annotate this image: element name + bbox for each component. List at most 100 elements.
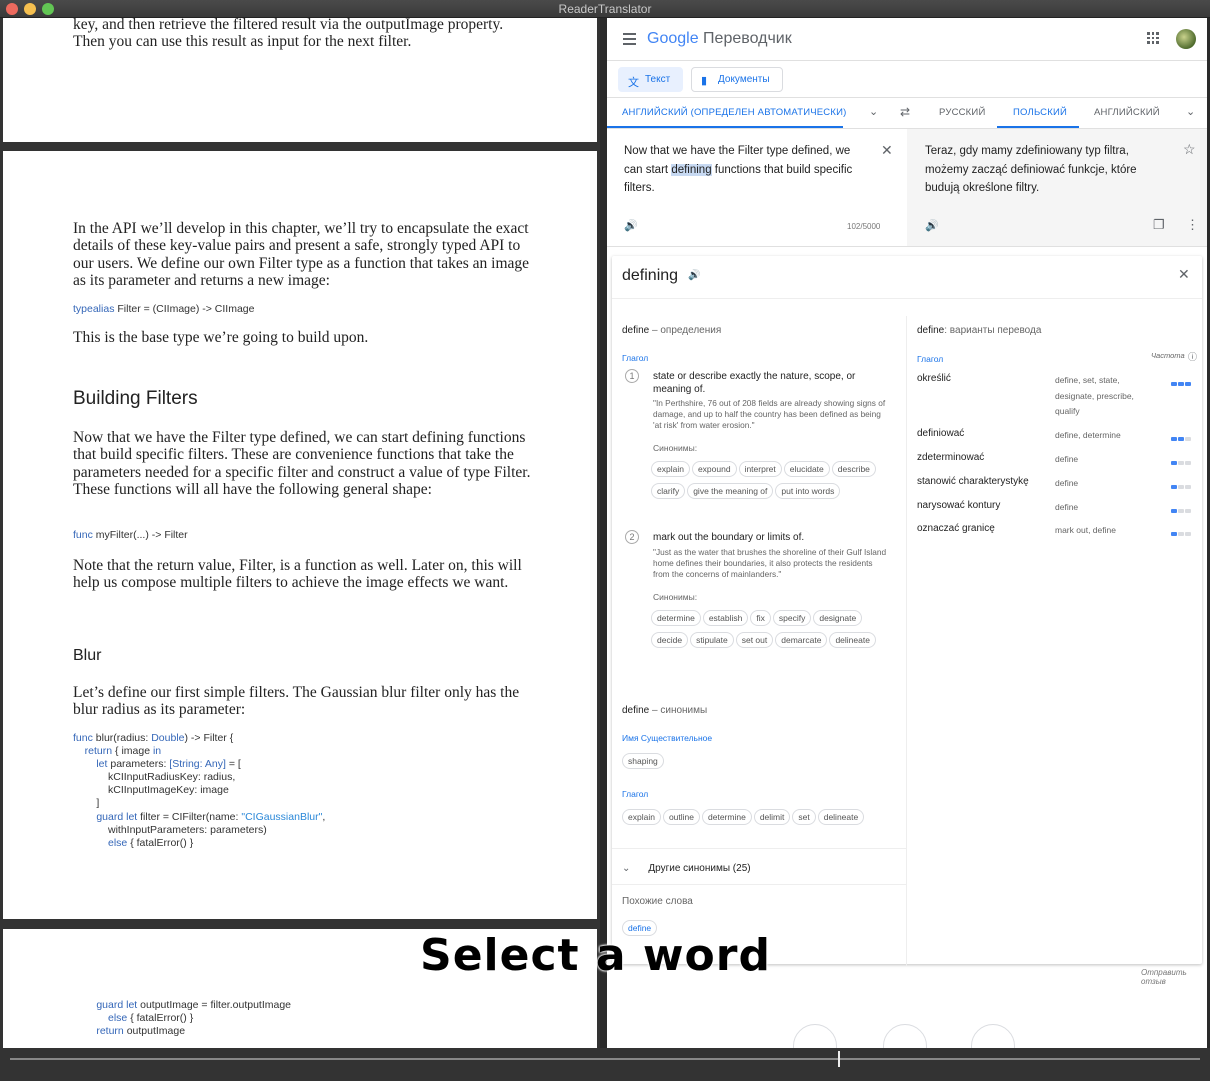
char-count: 102/5000 xyxy=(847,222,881,231)
translator-pane[interactable]: Google Переводчик 文 Текст ▮ Документы АНГЛ… xyxy=(607,18,1207,1048)
menu-icon[interactable] xyxy=(623,33,636,48)
synonym-chip[interactable]: demarcate xyxy=(775,631,828,648)
speaker-icon[interactable]: 🔊 xyxy=(925,219,939,232)
synonym-chip[interactable]: clarify xyxy=(651,483,686,499)
synonym-chip[interactable]: set out xyxy=(735,631,774,648)
code-line: else { fatalError() } xyxy=(73,1012,194,1025)
synonym-chip[interactable]: determine xyxy=(651,609,701,626)
help-icon[interactable]: ⓘ xyxy=(1188,350,1197,363)
mode-text-button[interactable]: 文 Текст xyxy=(618,67,683,92)
code-line: else { fatalError() } xyxy=(73,836,194,849)
saved-button[interactable] xyxy=(883,1024,927,1048)
sense-number: 1 xyxy=(625,369,639,383)
code-typealias: typealias Filter = (CIImage) -> CIImage xyxy=(73,303,255,315)
chevron-down-icon[interactable]: ⌄ xyxy=(869,105,878,118)
code-line: return outputImage xyxy=(73,1025,186,1038)
synonym-chip[interactable]: delimit xyxy=(753,809,791,825)
paragraph: Now that we have the Filter type defined… xyxy=(73,429,531,498)
paragraph: Let’s define our first simple filters. T… xyxy=(73,684,520,719)
code-myfilter: func myFilter(...) -> Filter xyxy=(73,529,188,541)
synonym-chip[interactable]: explain xyxy=(622,809,661,825)
sense-example: "Just as the water that brushes the shor… xyxy=(653,546,887,579)
synonym-chip[interactable]: determine xyxy=(702,809,752,825)
avatar[interactable] xyxy=(1176,29,1196,49)
target-language-polish[interactable]: ПОЛЬСКИЙ xyxy=(1013,107,1067,118)
section-heading: Building Filters xyxy=(73,388,198,409)
sense-definition: state or describe exactly the nature, sc… xyxy=(653,371,856,395)
reader-pane[interactable]: key, and then retrieve the filtered resu… xyxy=(0,18,600,1048)
synonyms-section: define – синонимы Имя Существительное sh… xyxy=(622,705,902,831)
mode-documents-button[interactable]: ▮ Документы xyxy=(691,67,783,92)
sense-item: 2 mark out the boundary or limits of. "J… xyxy=(622,530,902,654)
synonym-chip[interactable]: elucidate xyxy=(783,461,830,477)
synonym-chip[interactable]: put into words xyxy=(775,483,841,499)
synonym-chip[interactable]: outline xyxy=(662,809,700,825)
chevron-down-icon[interactable]: ⌄ xyxy=(1186,105,1195,118)
synonym-chip[interactable]: expound xyxy=(691,461,737,477)
code-line: guard let outputImage = filter.outputIma… xyxy=(73,999,292,1011)
code-line: kCIInputRadiusKey: radius, xyxy=(73,771,236,784)
back-translations: define, set, state, designate, prescribe… xyxy=(1055,375,1134,416)
selected-word: defining xyxy=(671,163,712,176)
star-icon[interactable]: ☆ xyxy=(1183,141,1196,158)
speaker-icon[interactable]: 🔊 xyxy=(624,219,638,232)
synonym-chip[interactable]: establish xyxy=(702,609,749,626)
synonym-chip[interactable]: interpret xyxy=(738,461,782,477)
back-translations: define xyxy=(1055,478,1079,488)
feedback-link[interactable]: Отправить отзыв xyxy=(1141,968,1207,986)
synonym-chip[interactable]: specify xyxy=(772,609,812,626)
similar-words-label: Похожие слова xyxy=(622,896,693,907)
video-seek-bar[interactable] xyxy=(0,1048,1210,1081)
more-synonyms-toggle[interactable]: ⌄ Другие синонимы (25) xyxy=(622,863,751,874)
split-divider[interactable] xyxy=(600,18,607,1048)
sense-definition: mark out the boundary or limits of. xyxy=(653,532,805,543)
more-vert-icon[interactable]: ⋮ xyxy=(1186,217,1199,233)
frequency-bar xyxy=(1171,457,1193,465)
source-text[interactable]: Now that we have the Filter type defined… xyxy=(624,142,869,198)
translation-word: narysować kontury xyxy=(917,500,1001,511)
synonym-chip[interactable]: delineate xyxy=(817,809,865,825)
code-output: guard let outputImage = filter.outputIma… xyxy=(73,999,291,1038)
close-icon[interactable]: ✕ xyxy=(1178,266,1190,283)
translation-text: Teraz, gdy mamy zdefiniowany typ filtra,… xyxy=(925,145,1137,194)
clear-text-icon[interactable]: ✕ xyxy=(881,142,893,159)
synonym-chip[interactable]: decide xyxy=(651,631,689,648)
synonym-chip[interactable]: delineate xyxy=(829,631,876,648)
synonym-chip[interactable]: fix xyxy=(750,609,771,626)
document-icon: ▮ xyxy=(701,75,708,87)
target-language-russian[interactable]: РУССКИЙ xyxy=(939,107,985,118)
synonym-chip[interactable]: stipulate xyxy=(690,631,734,648)
translate-icon: 文 xyxy=(628,77,639,89)
definitions-column: define – определения Глагол 1 state or d… xyxy=(622,325,902,648)
synonym-chip[interactable]: describe xyxy=(831,461,876,477)
window-title: ReaderTranslator xyxy=(558,2,652,16)
synonym-chip[interactable]: designate xyxy=(813,609,863,626)
source-text-area[interactable]: Now that we have the Filter type defined… xyxy=(607,129,907,247)
sense-number: 2 xyxy=(625,530,639,544)
community-button[interactable] xyxy=(971,1024,1015,1048)
synonym-chip[interactable]: explain xyxy=(651,461,690,477)
copy-icon[interactable]: ❐ xyxy=(1153,217,1165,233)
paragraph: key, and then retrieve the filtered resu… xyxy=(73,18,504,51)
chip-list: explain outline determine delimit set delinea… xyxy=(622,809,902,831)
apps-grid-icon[interactable] xyxy=(1147,32,1159,44)
frequency-bar xyxy=(1171,505,1193,513)
synonym-chip[interactable]: give the meaning of xyxy=(687,483,774,499)
language-bar: АНГЛИЙСКИЙ (ОПРЕДЕЛЕН АВТОМАТИЧЕСКИ) ⌄ ⇄… xyxy=(607,99,1207,129)
source-language-detected[interactable]: АНГЛИЙСКИЙ (ОПРЕДЕЛЕН АВТОМАТИЧЕСКИ) xyxy=(622,107,846,118)
synonym-chip[interactable]: shaping xyxy=(622,753,664,769)
target-language-underline xyxy=(997,126,1079,128)
target-language-english[interactable]: АНГЛИЙСКИЙ xyxy=(1094,107,1160,118)
swap-languages-icon[interactable]: ⇄ xyxy=(900,105,910,119)
translation-area: Teraz, gdy mamy zdefiniowany typ filtra,… xyxy=(907,129,1207,247)
paragraph: In the API we’ll develop in this chapter… xyxy=(73,220,530,289)
part-of-speech: Имя Существительное xyxy=(622,733,713,743)
book-page-1: key, and then retrieve the filtered resu… xyxy=(3,18,597,142)
seek-handle[interactable] xyxy=(838,1051,840,1067)
history-button[interactable] xyxy=(793,1024,837,1048)
code-line: ] xyxy=(73,797,100,810)
speaker-icon[interactable]: 🔊 xyxy=(688,270,700,281)
back-translations: mark out, define xyxy=(1055,525,1116,535)
synonym-chip[interactable]: set xyxy=(792,809,816,825)
back-translations: define, determine xyxy=(1055,430,1121,440)
